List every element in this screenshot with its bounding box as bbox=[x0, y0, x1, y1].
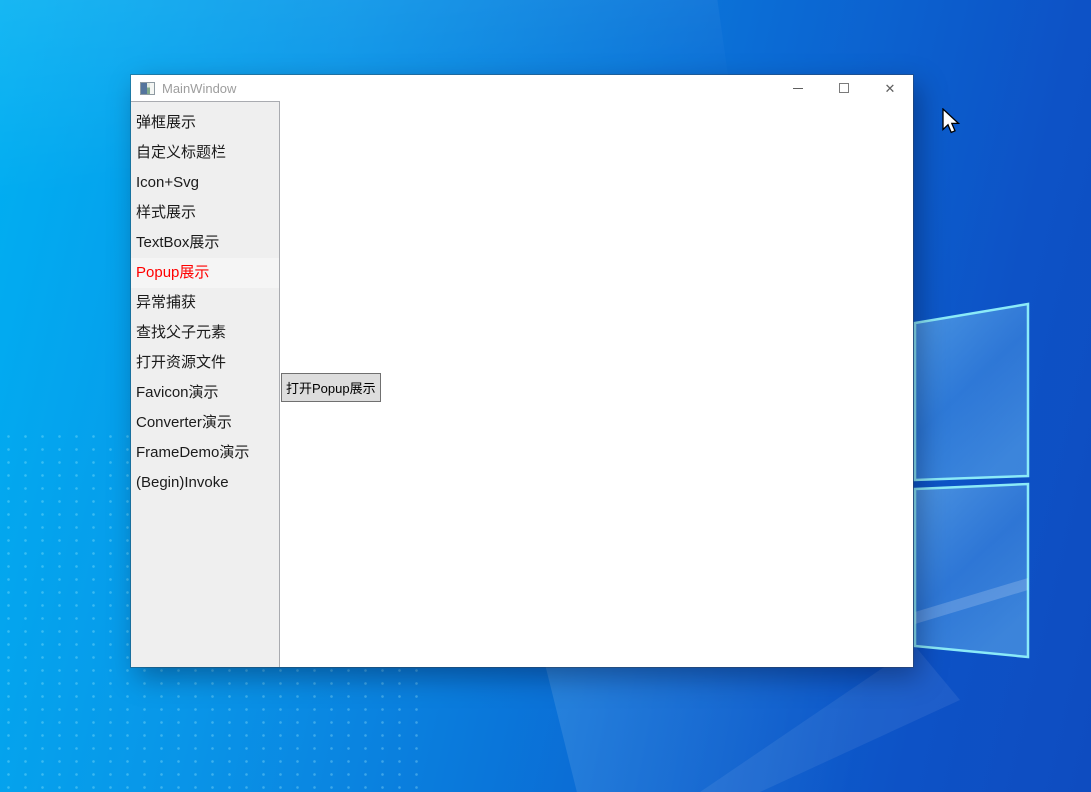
window-controls: ✕ bbox=[775, 75, 913, 101]
sidebar-item-textbox-demo[interactable]: TextBox展示 bbox=[131, 228, 279, 258]
sidebar-item-style-demo[interactable]: 样式展示 bbox=[131, 198, 279, 228]
open-popup-button[interactable]: 打开Popup展示 bbox=[281, 373, 381, 402]
close-button[interactable]: ✕ bbox=[867, 75, 913, 101]
minimize-icon bbox=[793, 87, 803, 89]
desktop: { "desktop": { "wallpaper_colors": { "br… bbox=[0, 0, 1091, 792]
maximize-icon bbox=[839, 83, 849, 93]
close-icon: ✕ bbox=[884, 80, 896, 96]
sidebar-item-open-resource-file[interactable]: 打开资源文件 bbox=[131, 348, 279, 378]
sidebar-item-custom-titlebar[interactable]: 自定义标题栏 bbox=[131, 138, 279, 168]
main-content: 打开Popup展示 bbox=[280, 101, 913, 667]
sidebar-item-icon-svg[interactable]: Icon+Svg bbox=[131, 168, 279, 198]
title-bar[interactable]: MainWindow ✕ bbox=[131, 75, 913, 101]
windows-logo-pane-top bbox=[913, 302, 1030, 482]
window-title: MainWindow bbox=[162, 80, 237, 96]
mouse-cursor-icon bbox=[942, 108, 961, 134]
sidebar-menu: 弹框展示 自定义标题栏 Icon+Svg 样式展示 TextBox展示 Popup展示 异常… bbox=[131, 101, 280, 667]
main-window: MainWindow ✕ 弹框展示 自定义标题栏 Icon+Svg 样式展示 TextB… bbox=[131, 75, 913, 667]
wpf-app-icon bbox=[140, 81, 155, 95]
sidebar-item-framedemo-demo[interactable]: FrameDemo演示 bbox=[131, 438, 279, 468]
minimize-button[interactable] bbox=[775, 75, 821, 101]
sidebar-item-popup-demo[interactable]: Popup展示 bbox=[131, 258, 279, 288]
maximize-button[interactable] bbox=[821, 75, 867, 101]
sidebar-item-tan-kuang[interactable]: 弹框展示 bbox=[131, 108, 279, 138]
sidebar-item-converter-demo[interactable]: Converter演示 bbox=[131, 408, 279, 438]
sidebar-item-find-parent-child[interactable]: 查找父子元素 bbox=[131, 318, 279, 348]
sidebar-item-exception-catch[interactable]: 异常捕获 bbox=[131, 288, 279, 318]
window-body: 弹框展示 自定义标题栏 Icon+Svg 样式展示 TextBox展示 Popup展示 异常… bbox=[131, 101, 913, 667]
sidebar-item-favicon-demo[interactable]: Favicon演示 bbox=[131, 378, 279, 408]
sidebar-item-begin-invoke[interactable]: (Begin)Invoke bbox=[131, 468, 279, 498]
